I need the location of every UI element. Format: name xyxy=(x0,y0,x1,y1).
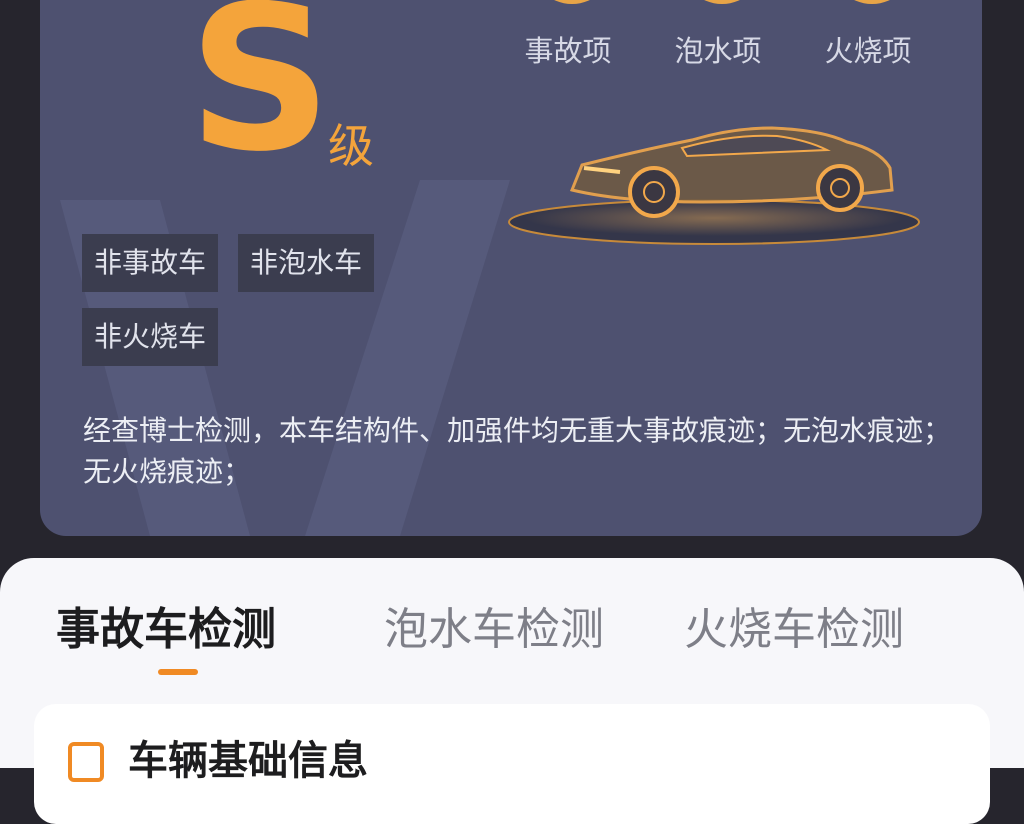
active-tab-indicator xyxy=(158,669,198,675)
gauge-flood: 泡水项 xyxy=(648,0,788,68)
inspection-report-card: S 级 事故项 泡水项 火烧项 非事故车 非泡水车 非火烧车 经查博士检测，本车… xyxy=(40,0,982,536)
gauge-label-accident: 事故项 xyxy=(524,34,612,68)
gauge-fire: 火烧项 xyxy=(798,0,938,68)
document-icon xyxy=(68,742,104,782)
tab-flood-check[interactable]: 泡水车检测 xyxy=(384,602,604,658)
tag-no-flood: 非泡水车 xyxy=(238,234,375,292)
gauge-label-fire: 火烧项 xyxy=(824,34,912,68)
vehicle-basic-info-card[interactable]: 车辆基础信息 xyxy=(34,704,990,824)
gauge-ring xyxy=(530,0,614,4)
grade-letter: S xyxy=(188,0,332,196)
car-illustration xyxy=(508,126,920,245)
info-section-title: 车辆基础信息 xyxy=(128,738,368,784)
tag-no-accident: 非事故车 xyxy=(82,234,219,292)
gauge-ring xyxy=(830,0,914,4)
tab-fire-check[interactable]: 火烧车检测 xyxy=(684,602,904,658)
detail-panel: 事故车检测 泡水车检测 火烧车检测 车辆基础信息 xyxy=(0,558,1024,824)
gauge-ring xyxy=(680,0,764,4)
inspection-summary: 经查博士检测，本车结构件、加强件均无重大事故痕迹；无泡水痕迹；无火烧痕迹； xyxy=(83,414,952,488)
gauge-label-flood: 泡水项 xyxy=(674,34,762,68)
tag-no-fire: 非火烧车 xyxy=(82,308,219,366)
tab-accident-check[interactable]: 事故车检测 xyxy=(56,602,276,658)
gauge-accident: 事故项 xyxy=(498,0,638,68)
grade-suffix: 级 xyxy=(328,119,374,173)
